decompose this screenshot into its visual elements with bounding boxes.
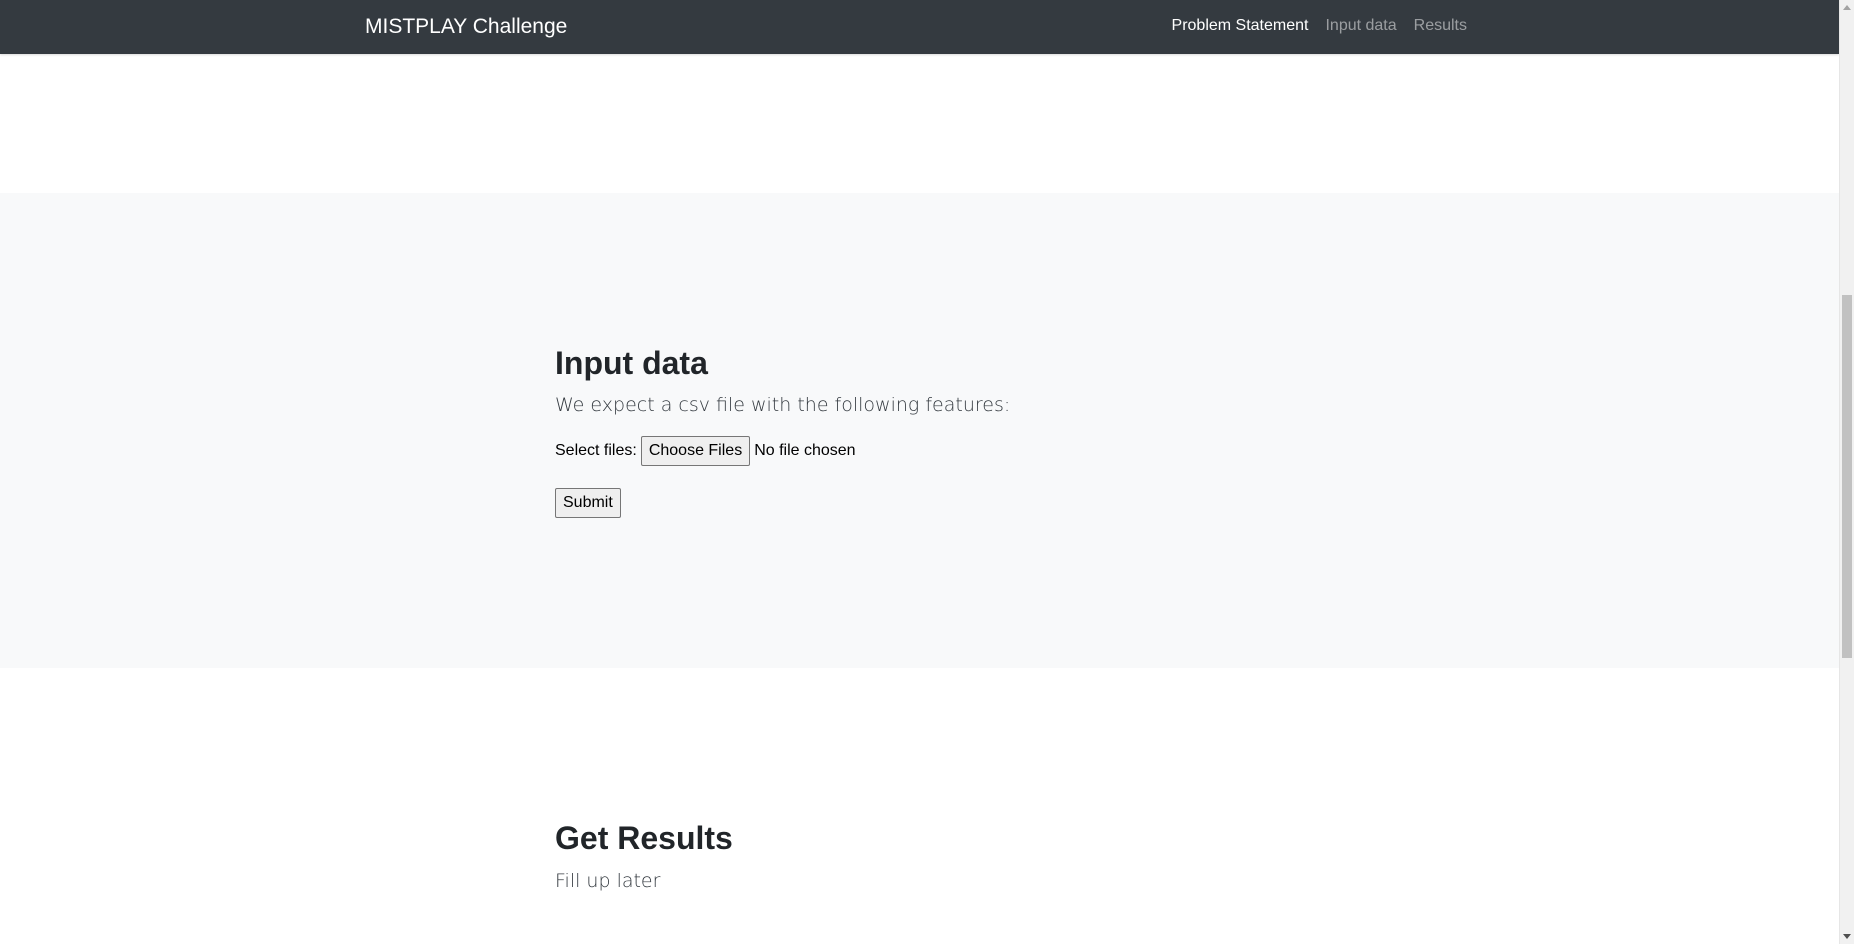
vertical-scrollbar[interactable]	[1839, 0, 1854, 944]
nav-link-problem-statement[interactable]: Problem Statement	[1172, 16, 1309, 36]
submit-wrap: Submit	[555, 488, 621, 518]
scroll-up-arrow-icon[interactable]	[1843, 5, 1851, 10]
nav-link-results[interactable]: Results	[1414, 16, 1467, 36]
page: MISTPLAY Challenge Problem Statement Inp…	[0, 0, 1839, 944]
input-data-section	[0, 193, 1839, 668]
scroll-down-arrow-icon[interactable]	[1843, 934, 1851, 939]
navbar-brand[interactable]: MISTPLAY Challenge	[365, 14, 567, 40]
results-title: Get Results	[555, 820, 733, 856]
file-status-text: No file chosen	[754, 442, 856, 459]
navbar: MISTPLAY Challenge Problem Statement Inp…	[0, 0, 1839, 54]
select-files-label: Select files:	[555, 442, 637, 459]
results-description: Fill up later	[555, 870, 661, 892]
scrollbar-thumb[interactable]	[1842, 295, 1852, 658]
nav-links: Problem Statement Input data Results	[1172, 16, 1467, 36]
input-data-title: Input data	[555, 345, 708, 381]
file-upload-row: Select files: Choose Files No file chose…	[555, 436, 856, 466]
problem-statement-section	[0, 54, 1839, 193]
results-section	[0, 668, 1839, 944]
nav-link-input-data[interactable]: Input data	[1325, 16, 1396, 36]
input-data-description: We expect a csv file with the following …	[555, 394, 1011, 416]
choose-files-button[interactable]: Choose Files	[640, 436, 751, 466]
submit-button[interactable]: Submit	[555, 488, 621, 518]
